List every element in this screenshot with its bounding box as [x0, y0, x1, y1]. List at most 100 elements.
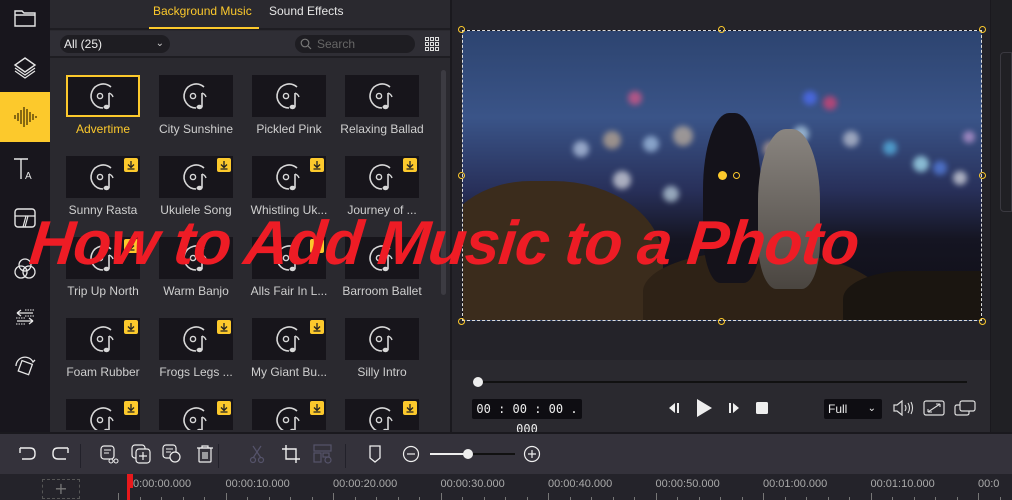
- sidebar-item-media[interactable]: [0, 0, 50, 43]
- sidebar-item-audio[interactable]: [0, 92, 50, 142]
- cut-clip-button[interactable]: [97, 442, 121, 466]
- resize-handle-bottom[interactable]: [718, 318, 725, 325]
- download-badge[interactable]: [403, 401, 417, 415]
- timeline-tick: [978, 493, 979, 500]
- download-badge[interactable]: [124, 401, 138, 415]
- undo-button[interactable]: [15, 442, 39, 466]
- track-thumbnail[interactable]: [66, 75, 140, 117]
- sidebar-item-transitions[interactable]: [0, 193, 50, 243]
- download-icon: [313, 404, 321, 413]
- track-thumbnail[interactable]: [159, 399, 233, 430]
- timeline-ruler[interactable]: + 0:00:00.000 00:00:10.000 00:00:20.000 00:…: [0, 474, 1012, 500]
- download-badge[interactable]: [124, 320, 138, 334]
- delete-button[interactable]: [193, 442, 217, 466]
- add-copy-icon: [131, 444, 151, 464]
- zoom-slider-knob[interactable]: [463, 449, 474, 459]
- track-thumbnail[interactable]: [252, 237, 326, 279]
- track-thumbnail[interactable]: [252, 75, 326, 117]
- download-badge[interactable]: [310, 320, 324, 334]
- track-thumbnail[interactable]: [345, 237, 419, 279]
- download-badge[interactable]: [217, 320, 231, 334]
- stop-button[interactable]: [754, 400, 770, 416]
- download-badge[interactable]: [310, 401, 324, 415]
- resize-handle-top[interactable]: [718, 26, 725, 33]
- zoom-in-button[interactable]: [520, 442, 544, 466]
- sidebar-item-filters[interactable]: [0, 243, 50, 293]
- volume-button[interactable]: [892, 400, 914, 416]
- next-frame-button[interactable]: [726, 400, 742, 416]
- track-title: Ukulele Song: [160, 203, 232, 217]
- track-title: Trip Up North: [67, 284, 139, 298]
- timeline-tick: [870, 493, 872, 500]
- track-thumbnail[interactable]: [159, 75, 233, 117]
- download-badge[interactable]: [217, 158, 231, 172]
- download-badge[interactable]: [310, 158, 324, 172]
- track-thumbnail[interactable]: [252, 399, 326, 430]
- previous-frame-button[interactable]: [666, 400, 682, 416]
- timeline-tick: [763, 493, 764, 500]
- playback-progress[interactable]: [473, 377, 967, 387]
- category-select[interactable]: All (25) ⌄: [60, 35, 170, 53]
- sidebar-item-elements[interactable]: [0, 341, 50, 391]
- detach-preview-button[interactable]: [954, 400, 976, 416]
- resize-handle-top-left[interactable]: [458, 26, 465, 33]
- tab-background-music[interactable]: Background Music: [153, 4, 252, 18]
- fullscreen-button[interactable]: [923, 400, 945, 416]
- crop-button[interactable]: [279, 442, 303, 466]
- marker-button[interactable]: [363, 442, 387, 466]
- play-button[interactable]: [694, 397, 714, 419]
- quality-select[interactable]: Full ⌄: [824, 399, 882, 419]
- track-thumbnail[interactable]: [345, 156, 419, 198]
- sidebar-item-overlays[interactable]: [0, 292, 50, 342]
- track-thumbnail[interactable]: [159, 237, 233, 279]
- chevron-down-icon: ⌄: [155, 38, 164, 49]
- track-thumbnail[interactable]: [345, 75, 419, 117]
- redo-button[interactable]: [49, 442, 73, 466]
- add-clip-button[interactable]: [129, 442, 153, 466]
- track-thumbnail[interactable]: [66, 156, 140, 198]
- download-badge[interactable]: [310, 239, 324, 253]
- music-disc-icon: [369, 326, 393, 353]
- play-icon: [697, 399, 712, 417]
- music-disc-icon: [90, 83, 114, 110]
- resize-handle-left[interactable]: [458, 172, 465, 179]
- track-thumbnail[interactable]: [66, 318, 140, 360]
- track-thumbnail[interactable]: [345, 318, 419, 360]
- scrollbar-thumb[interactable]: [441, 70, 446, 295]
- detach-audio-button[interactable]: [160, 442, 184, 466]
- picture-in-picture-icon: [954, 400, 976, 416]
- track-title: City Sunshine: [158, 122, 234, 136]
- properties-panel-edge[interactable]: [1000, 52, 1012, 212]
- redo-icon: [52, 447, 69, 460]
- grid-view-icon[interactable]: [425, 37, 439, 51]
- track-thumbnail[interactable]: [345, 399, 419, 430]
- resize-handle-right[interactable]: [979, 172, 986, 179]
- sidebar-item-text[interactable]: A: [0, 144, 50, 194]
- track-thumbnail[interactable]: [159, 156, 233, 198]
- add-track-button[interactable]: +: [42, 479, 80, 499]
- track-thumbnail[interactable]: [252, 156, 326, 198]
- timeline-tick-label: 00:00:30.000: [440, 478, 505, 490]
- track-thumbnail[interactable]: [252, 318, 326, 360]
- resize-handle-top-right[interactable]: [979, 26, 986, 33]
- anchor-point[interactable]: [718, 171, 727, 180]
- resize-handle-bottom-right[interactable]: [979, 318, 986, 325]
- timeline-zoom-slider[interactable]: [430, 449, 515, 459]
- download-badge[interactable]: [124, 239, 138, 253]
- track-thumbnail[interactable]: [159, 318, 233, 360]
- zoom-out-button[interactable]: [399, 442, 423, 466]
- rotate-handle[interactable]: [733, 172, 740, 179]
- library-scrollbar[interactable]: [440, 60, 448, 430]
- download-badge[interactable]: [403, 158, 417, 172]
- tab-sound-effects[interactable]: Sound Effects: [269, 4, 344, 18]
- search-input[interactable]: Search: [295, 35, 415, 53]
- track-thumbnail[interactable]: [66, 399, 140, 430]
- download-badge[interactable]: [217, 401, 231, 415]
- sidebar-item-layers[interactable]: [0, 42, 50, 92]
- volume-icon: [893, 400, 914, 416]
- progress-knob[interactable]: [473, 377, 483, 387]
- download-icon: [127, 242, 135, 251]
- download-badge[interactable]: [124, 158, 138, 172]
- track-thumbnail[interactable]: [66, 237, 140, 279]
- resize-handle-bottom-left[interactable]: [458, 318, 465, 325]
